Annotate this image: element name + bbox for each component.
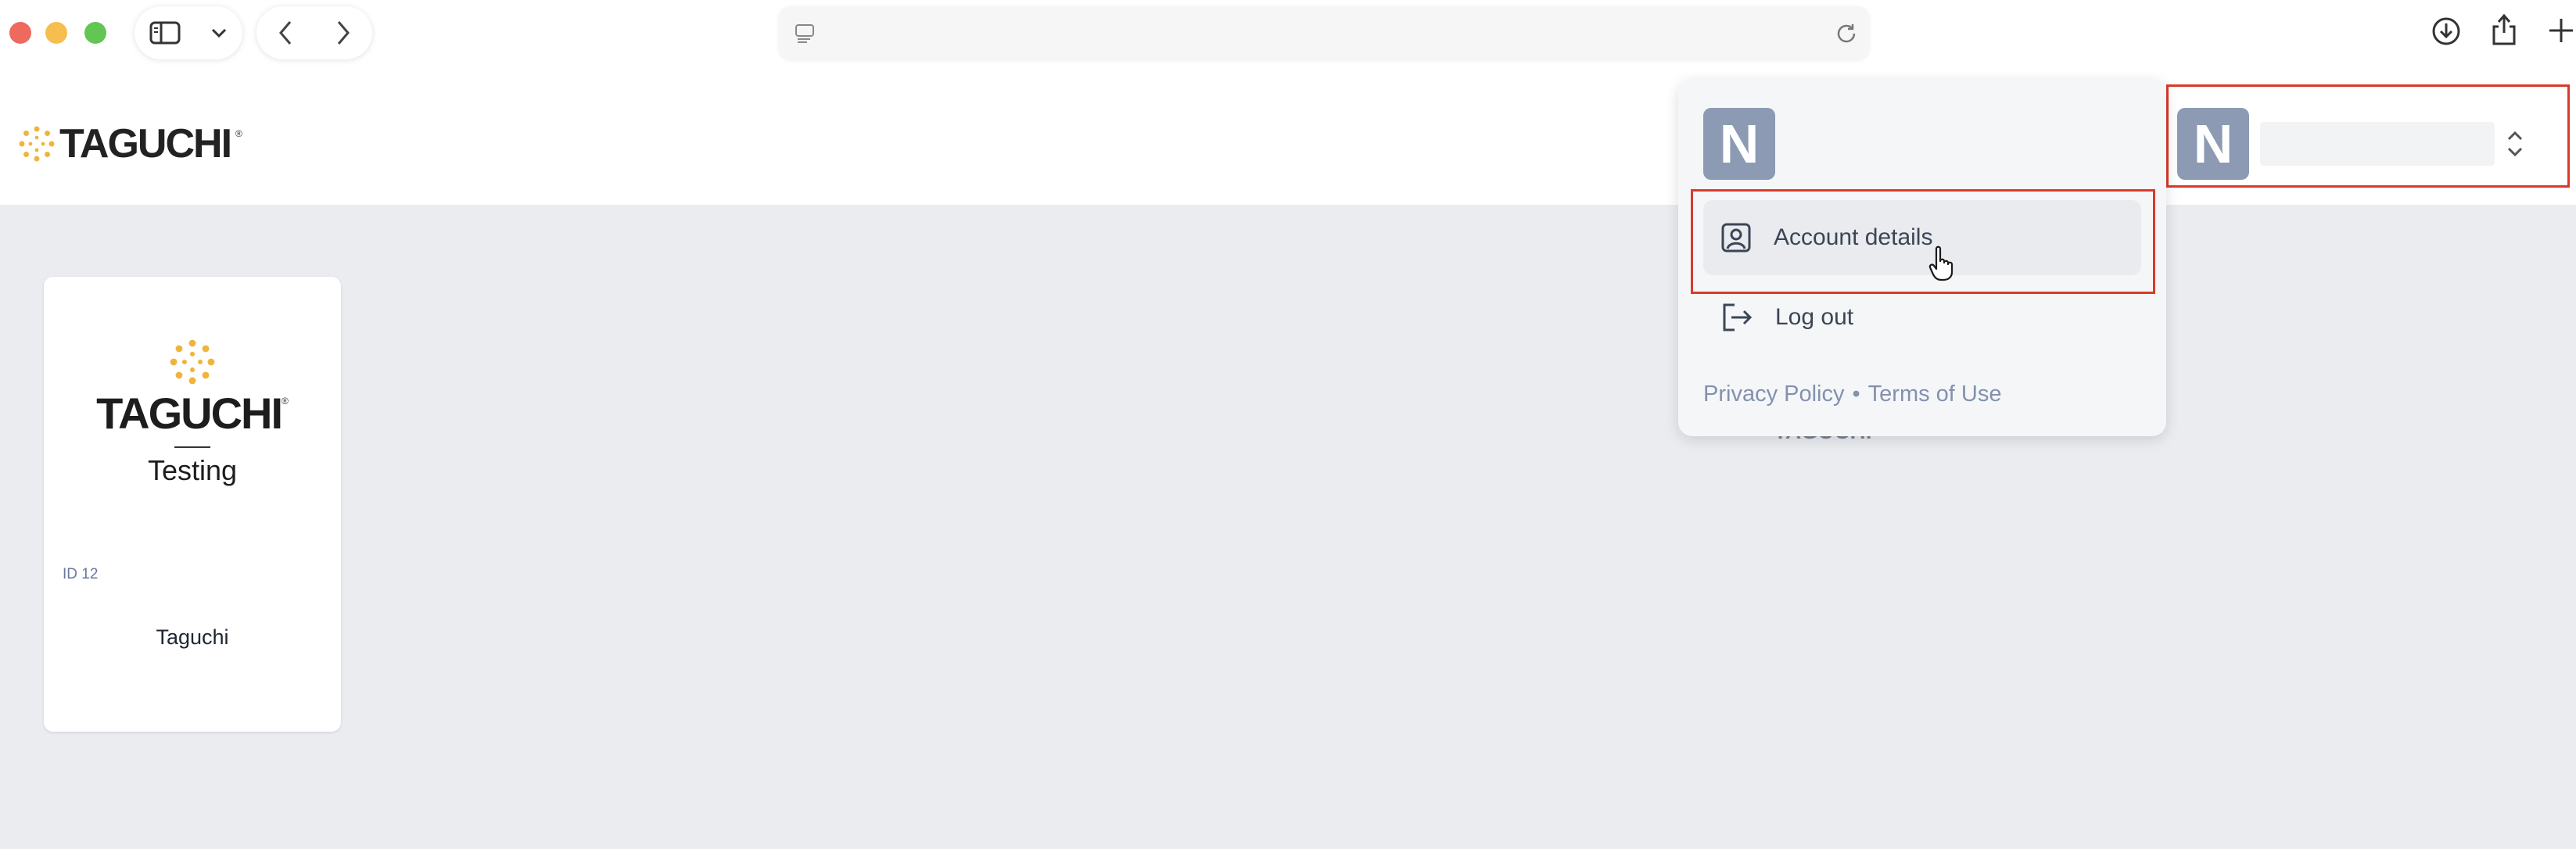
- brand-logo[interactable]: TAGUCHI ®: [19, 120, 242, 167]
- maximize-window-button[interactable]: [84, 22, 106, 44]
- logout-icon: [1723, 303, 1753, 331]
- hand-pointer-icon: [1928, 245, 1954, 281]
- organization-logo: TAGUCHI ® Testing: [44, 339, 341, 487]
- account-switcher-highlight: [2166, 84, 2570, 188]
- page-icon: [795, 24, 814, 43]
- address-bar[interactable]: [779, 6, 1869, 59]
- downloads-icon[interactable]: [2431, 16, 2462, 47]
- close-window-button[interactable]: [9, 22, 31, 44]
- back-arrow-icon[interactable]: [278, 20, 293, 46]
- terms-of-use-link[interactable]: Terms of Use: [1868, 382, 2002, 407]
- new-tab-icon[interactable]: [2548, 17, 2574, 44]
- share-icon[interactable]: [2490, 13, 2518, 47]
- chevron-down-icon[interactable]: [210, 27, 228, 38]
- organization-id: ID 12: [63, 566, 99, 582]
- organization-name: Taguchi: [156, 625, 229, 649]
- account-details-highlight: [1691, 189, 2155, 294]
- brand-logo-text: TAGUCHI: [59, 121, 232, 167]
- sidebar-icon[interactable]: [149, 21, 181, 45]
- sun-burst-icon: [170, 339, 215, 385]
- navigation-group: [257, 6, 372, 59]
- privacy-policy-link[interactable]: Privacy Policy: [1703, 382, 1845, 407]
- organization-card[interactable]: TAGUCHI ® Testing ID 12 Taguchi: [44, 277, 341, 732]
- minimize-window-button[interactable]: [45, 22, 67, 44]
- browser-toolbar: [0, 0, 2576, 66]
- avatar: N: [1703, 108, 1775, 180]
- sun-burst-icon: [19, 126, 55, 162]
- organization-logo-text: TAGUCHI: [96, 389, 283, 438]
- divider: [174, 446, 210, 448]
- registered-mark: ®: [235, 128, 242, 139]
- footer-separator: •: [1852, 382, 1860, 407]
- menu-item-label: Log out: [1775, 304, 1854, 330]
- organization-logo-subtitle: Testing: [147, 454, 238, 486]
- registered-mark: ®: [282, 396, 289, 407]
- legal-links: Privacy Policy • Terms of Use: [1703, 382, 2001, 407]
- forward-arrow-icon[interactable]: [335, 20, 351, 46]
- sidebar-toggle-group: [135, 6, 242, 59]
- reload-icon[interactable]: [1835, 22, 1858, 45]
